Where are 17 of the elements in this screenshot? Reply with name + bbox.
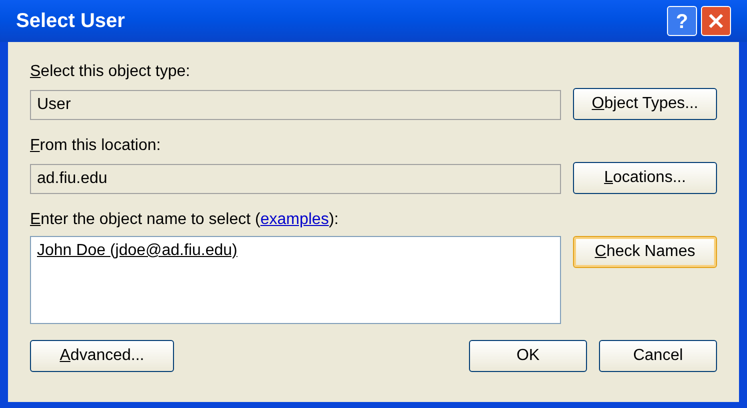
locations-button[interactable]: Locations...	[573, 162, 717, 194]
names-text-area[interactable]: John Doe (jdoe@ad.fiu.edu)	[30, 236, 561, 324]
object-types-button[interactable]: Object Types...	[573, 88, 717, 120]
cancel-button[interactable]: Cancel	[599, 340, 717, 372]
close-icon	[707, 12, 725, 30]
readonly-field[interactable]: ad.fiu.edu	[30, 164, 561, 194]
advanced-button[interactable]: Advanced...	[30, 340, 174, 372]
examples-link[interactable]: examples	[260, 211, 329, 228]
close-button[interactable]	[701, 6, 731, 36]
ok-button[interactable]: OK	[469, 340, 587, 372]
field-label: Select this object type:	[30, 62, 192, 82]
readonly-field[interactable]: User	[30, 90, 561, 120]
field-label: From this location:	[30, 136, 162, 156]
window-title: Select User	[16, 9, 126, 34]
help-button[interactable]: ?	[667, 6, 697, 36]
check-names-button[interactable]: Check Names	[573, 236, 717, 268]
field-label: Enter the object name to select (examples):	[30, 210, 340, 230]
